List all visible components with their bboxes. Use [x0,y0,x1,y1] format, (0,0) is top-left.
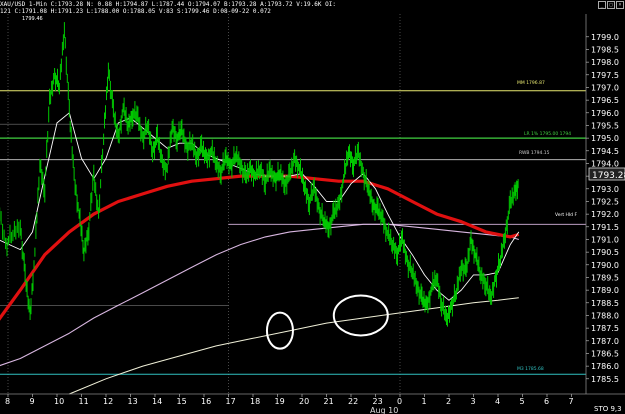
x-tick-label: 17 [226,397,236,406]
y-tick-label: 1796.0 [591,109,619,118]
y-tick-label: 1785.5 [591,375,619,384]
minimize-icon[interactable]: _ [598,1,606,9]
y-tick-label: 1798.0 [591,58,619,67]
x-tick-label: 3 [471,397,476,406]
date-separator-label: Aug 10 [370,406,398,414]
y-tick-label: 1788.5 [591,299,619,308]
y-tick-label: 1791.5 [591,223,619,232]
x-tick-label: 23 [373,397,383,406]
y-tick-label: 1792.5 [591,197,619,206]
y-tick-label: 1787.0 [591,337,619,346]
x-tick-label: 22 [348,397,358,406]
x-tick-label: 9 [30,397,35,406]
x-tick-label: 5 [520,397,525,406]
price-chart: 1785.5 1786.0 1786.5 1787.0 1787.5 1788.0 1788… [0,0,625,414]
y-tick-label: 1796.5 [591,96,619,105]
stochastic-label: STO 9,3 [594,405,622,413]
restore-icon[interactable]: □ [607,1,615,9]
y-tick-label: 1794.0 [591,159,619,168]
y-tick-label: 1793.0 [591,185,619,194]
y-tick-label: 1791.0 [591,235,619,244]
rwb-level-label: RWB 1794.15 [519,150,550,156]
close-icon[interactable]: × [616,1,624,9]
y-tick-label: 1799.0 [591,33,619,42]
y-tick-label: 1788.0 [591,311,619,320]
y-tick-label: 1797.5 [591,71,619,80]
y-tick-label: 1790.5 [591,248,619,257]
indicator-header: 121 C:1791.08 H:1791.23 L:1788.00 O:1788… [0,8,271,15]
x-tick-label: 1 [422,397,427,406]
x-tick-label: 16 [201,397,211,406]
x-tick-label: 10 [54,397,64,406]
x-tick-label: 14 [152,397,162,406]
y-tick-label: 1786.5 [591,349,619,358]
session-high-label: 1799.46 [22,16,43,22]
x-tick-label: 2 [446,397,451,406]
y-tick-label: 1798.5 [591,45,619,54]
y-tick-label: 1797.0 [591,83,619,92]
x-tick-label: 6 [544,397,549,406]
lr-level-label: LR 1% 1795.00 1794 [524,131,571,137]
y-tick-label: 1786.0 [591,362,619,371]
x-tick-label: 12 [103,397,113,406]
last-price-label: 1793.28 [592,171,625,181]
x-tick-label: 21 [324,397,334,406]
x-tick-label: 19 [275,397,285,406]
x-tick-label: 15 [177,397,187,406]
y-tick-label: 1789.0 [591,286,619,295]
quote-header: XAU/USD 1-Min C:1793.28 N: 0.88 H:1794.8… [0,1,336,8]
y-tick-label: 1795.5 [591,121,619,130]
y-tick-label: 1794.5 [591,147,619,156]
chart-background [0,0,625,414]
y-tick-label: 1787.5 [591,324,619,333]
x-tick-label: 4 [495,397,500,406]
x-tick-label: 13 [128,397,138,406]
x-tick-label: 11 [79,397,89,406]
x-tick-label: 7 [569,397,574,406]
m3-level-label: M3 1785.68 [517,366,544,372]
x-tick-label: 8 [5,397,10,406]
x-tick-label: 18 [250,397,260,406]
x-tick-label: 0 [397,397,402,406]
mm-level-label: MM 1796.87 [517,80,545,86]
y-tick-label: 1795.0 [591,134,619,143]
y-tick-label: 1789.5 [591,273,619,282]
y-tick-label: 1792.0 [591,210,619,219]
y-tick-label: 1790.0 [591,261,619,270]
vah-level-label: Vert Hld F [555,212,577,218]
x-tick-label: 20 [299,397,309,406]
